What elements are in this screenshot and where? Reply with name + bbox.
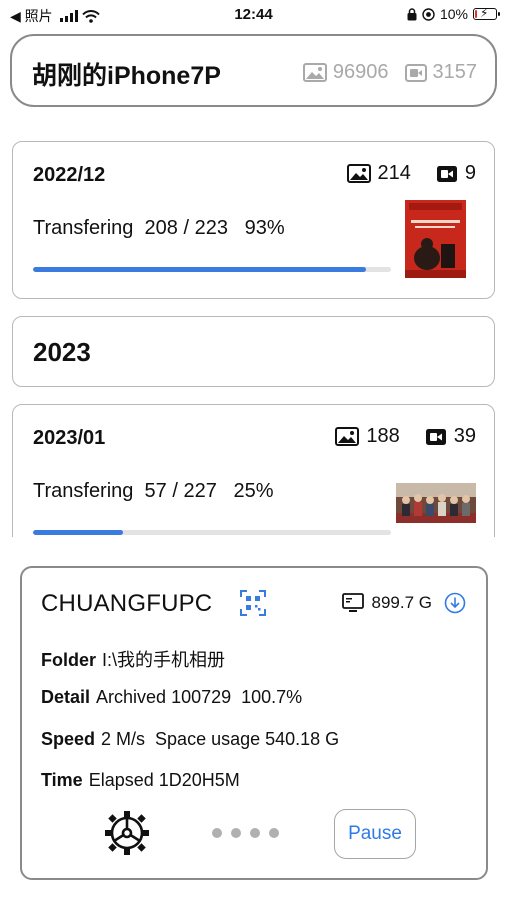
detail-row: Detail Archived 100729 100.7% — [41, 687, 302, 708]
qr-scan-icon[interactable] — [240, 590, 266, 616]
folder-label: Folder — [41, 650, 97, 670]
folder-value: I:\我的手机相册 — [102, 650, 226, 670]
video-icon — [425, 428, 446, 445]
scroll-clip: 2023/01 188 39 Transfering 57 / 227 25% — [0, 0, 507, 537]
page-dot — [250, 828, 260, 838]
pause-button[interactable]: Pause — [334, 809, 416, 859]
page-dot — [269, 828, 279, 838]
progress-count: 57 / 227 — [144, 480, 217, 502]
folder-row: Folder I:\我的手机相册 — [41, 646, 225, 672]
transfer-panel: CHUANGFUPC 899.7 G Folder I:\我的手机相册 Detai… — [20, 566, 488, 880]
page-indicator[interactable] — [212, 828, 279, 838]
progress-bar-fill — [33, 530, 123, 535]
disk-info: 899.7 G — [341, 592, 467, 614]
progress-percent: 25% — [233, 480, 274, 502]
photo-count: 188 — [366, 425, 400, 447]
speed-row: Speed 2 M/s Space usage 540.18 G — [41, 729, 339, 750]
month-label: 2023/01 — [33, 427, 106, 449]
speed-label: Speed — [41, 729, 96, 749]
page-dot — [212, 828, 222, 838]
disk-free: 899.7 G — [371, 593, 433, 612]
video-count: 39 — [453, 425, 476, 447]
group-photo-thumbnail[interactable] — [396, 483, 476, 523]
progress-text: Transfering 57 / 227 25% — [33, 480, 274, 503]
month-card-2023-01[interactable]: 2023/01 188 39 Transfering 57 / 227 25% — [12, 404, 495, 537]
time-value: Elapsed 1D20H5M — [88, 770, 240, 790]
pc-name: CHUANGFUPC — [41, 590, 213, 617]
computer-disk-icon — [341, 593, 364, 612]
settings-gear-icon[interactable] — [104, 810, 150, 856]
speed-value: 2 M/s Space usage 540.18 G — [101, 729, 340, 749]
detail-value: Archived 100729 100.7% — [96, 687, 303, 707]
progress-status: Transfering — [33, 480, 134, 502]
detail-label: Detail — [41, 687, 91, 707]
page-dot — [231, 828, 241, 838]
progress-bar — [33, 530, 391, 535]
time-row: Time Elapsed 1D20H5M — [41, 770, 240, 791]
time-label: Time — [41, 770, 83, 790]
download-icon[interactable] — [444, 592, 466, 614]
photo-icon — [335, 427, 360, 446]
month-stats: 188 39 — [335, 425, 476, 448]
